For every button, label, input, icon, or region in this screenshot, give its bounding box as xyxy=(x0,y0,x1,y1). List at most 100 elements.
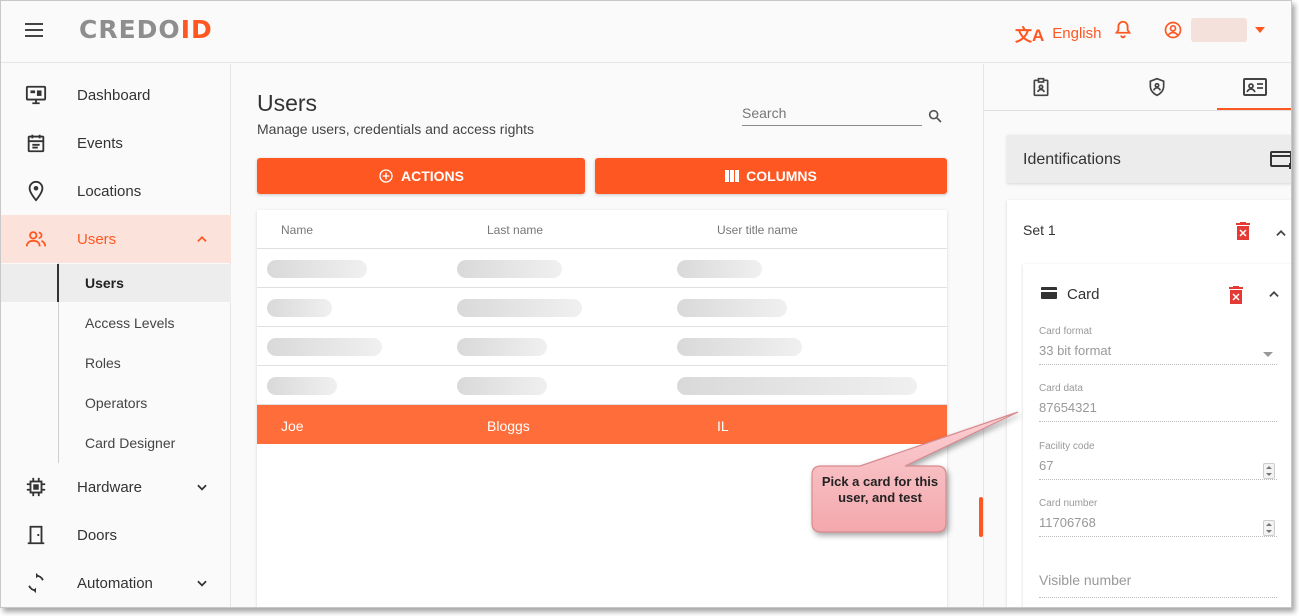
credit-card-icon xyxy=(1041,287,1057,299)
sidebar-item-label: Locations xyxy=(77,182,142,200)
search-icon[interactable] xyxy=(927,108,943,124)
card-data-field[interactable]: Card data 87654321 xyxy=(1039,383,1277,422)
chevron-down-icon xyxy=(197,580,207,587)
account-circle-icon xyxy=(1164,21,1182,39)
identifications-title: Identifications xyxy=(1023,151,1121,168)
tab-shield[interactable] xyxy=(1112,64,1202,110)
door-icon xyxy=(27,525,45,545)
credoid-logo: CREDOID xyxy=(79,15,213,44)
chip-icon xyxy=(26,477,46,497)
identifications-header[interactable]: Identifications xyxy=(1007,135,1292,183)
caret-down-icon xyxy=(1255,27,1265,33)
sidebar: Dashboard Events Locations Users Users A… xyxy=(1,64,231,607)
sidebar-item-dashboard[interactable]: Dashboard xyxy=(1,71,231,119)
column-header-user-title[interactable]: User title name xyxy=(717,223,798,237)
search-input[interactable] xyxy=(742,102,922,124)
dropdown-caret-icon xyxy=(1263,352,1273,357)
actions-button[interactable]: ACTIONS xyxy=(257,158,585,194)
add-circle-icon xyxy=(379,169,393,183)
cell-last-name: Bloggs xyxy=(487,418,530,434)
redacted-cell xyxy=(267,260,367,278)
card-format-select[interactable]: Card format 33 bit format xyxy=(1039,326,1277,365)
top-bar: CREDOID 文A English xyxy=(1,1,1291,63)
cell-name: Joe xyxy=(281,418,304,434)
card-number-field[interactable]: Card number 11706768 xyxy=(1039,498,1277,537)
add-card-icon[interactable] xyxy=(1270,149,1292,169)
sidebar-item-events[interactable]: Events xyxy=(1,119,231,167)
language-label: English xyxy=(1052,25,1102,42)
sidebar-item-hardware[interactable]: Hardware xyxy=(1,463,231,511)
column-header-last-name[interactable]: Last name xyxy=(487,223,543,237)
main-content: Users Manage users, credentials and acce… xyxy=(232,64,981,607)
callout-text: Pick a card for this user, and test xyxy=(821,474,939,505)
sidebar-item-locations[interactable]: Locations xyxy=(1,167,231,215)
right-panel: Identifications Set 1 Card Card format 3… xyxy=(983,64,1292,607)
sidebar-item-label: Automation xyxy=(77,574,153,592)
language-selector[interactable]: 文A English xyxy=(1015,21,1101,46)
username-redacted xyxy=(1191,18,1247,42)
redacted-cell xyxy=(677,377,917,395)
table-row[interactable] xyxy=(257,288,947,327)
translate-icon: 文A xyxy=(1015,26,1045,45)
menu-icon[interactable] xyxy=(25,23,43,37)
bell-icon[interactable] xyxy=(1112,19,1134,41)
table-header: Name Last name User title name xyxy=(257,210,947,249)
table-row-selected[interactable]: Joe Bloggs IL xyxy=(257,405,947,444)
visible-number-field[interactable]: Visible number xyxy=(1039,572,1277,598)
shield-user-icon xyxy=(1149,77,1165,97)
page-subtitle: Manage users, credentials and access rig… xyxy=(257,121,535,137)
tab-identifications[interactable] xyxy=(1210,64,1291,110)
sub-item-access-levels[interactable]: Access Levels xyxy=(1,304,231,342)
delete-card-icon[interactable] xyxy=(1228,286,1244,304)
card-title: Card xyxy=(1067,286,1100,303)
user-menu[interactable] xyxy=(1163,18,1265,42)
sub-item-operators[interactable]: Operators xyxy=(1,384,231,422)
card-credential: Card Card format 33 bit format Card data… xyxy=(1023,264,1291,607)
sub-item-label: Card Designer xyxy=(85,435,176,451)
tab-clipboard[interactable] xyxy=(996,64,1086,110)
chevron-up-icon[interactable] xyxy=(1267,287,1281,301)
tabs-divider xyxy=(984,110,1291,111)
sidebar-item-label: Hardware xyxy=(77,478,143,496)
sync-icon xyxy=(28,572,44,594)
set-title: Set 1 xyxy=(1023,222,1056,238)
sub-item-roles[interactable]: Roles xyxy=(1,344,231,382)
redacted-cell xyxy=(457,299,582,317)
sidebar-item-label: Dashboard xyxy=(77,86,151,104)
table-row[interactable] xyxy=(257,249,947,288)
field-value: 67 xyxy=(1039,458,1054,473)
field-value: 11706768 xyxy=(1039,515,1096,530)
columns-label: COLUMNS xyxy=(746,168,817,184)
delete-set-icon[interactable] xyxy=(1235,222,1251,240)
field-value: 33 bit format xyxy=(1039,343,1112,358)
sub-item-card-designer[interactable]: Card Designer xyxy=(1,424,231,462)
users-table: Name Last name User title name Joe Blogg… xyxy=(257,210,947,607)
field-value: 87654321 xyxy=(1039,400,1097,415)
chevron-down-icon xyxy=(197,484,207,491)
column-header-name[interactable]: Name xyxy=(281,223,313,237)
number-stepper[interactable] xyxy=(1263,520,1275,536)
table-row[interactable] xyxy=(257,366,947,405)
search-field[interactable] xyxy=(742,102,922,126)
sub-item-users[interactable]: Users xyxy=(1,264,231,302)
columns-button[interactable]: COLUMNS xyxy=(595,158,947,194)
field-label: Card format xyxy=(1039,326,1092,337)
table-row[interactable] xyxy=(257,327,947,366)
sidebar-item-doors[interactable]: Doors xyxy=(1,511,231,559)
number-stepper[interactable] xyxy=(1263,463,1275,479)
redacted-cell xyxy=(267,377,337,395)
page-title: Users xyxy=(257,90,318,116)
sub-item-label: Users xyxy=(85,275,124,291)
field-label: Facility code xyxy=(1039,441,1095,452)
chevron-up-icon[interactable] xyxy=(1274,226,1288,240)
clipboard-user-icon xyxy=(1033,77,1049,97)
field-placeholder: Visible number xyxy=(1039,572,1132,588)
sidebar-item-automation[interactable]: Automation xyxy=(1,559,231,607)
set-card: Set 1 Card Card format 33 bit format Car… xyxy=(1007,200,1291,607)
field-label: Card data xyxy=(1039,383,1083,394)
sidebar-item-users[interactable]: Users xyxy=(1,215,231,263)
sub-item-label: Roles xyxy=(85,355,121,371)
location-pin-icon xyxy=(28,180,44,202)
redacted-cell xyxy=(677,299,787,317)
facility-code-field[interactable]: Facility code 67 xyxy=(1039,441,1277,480)
